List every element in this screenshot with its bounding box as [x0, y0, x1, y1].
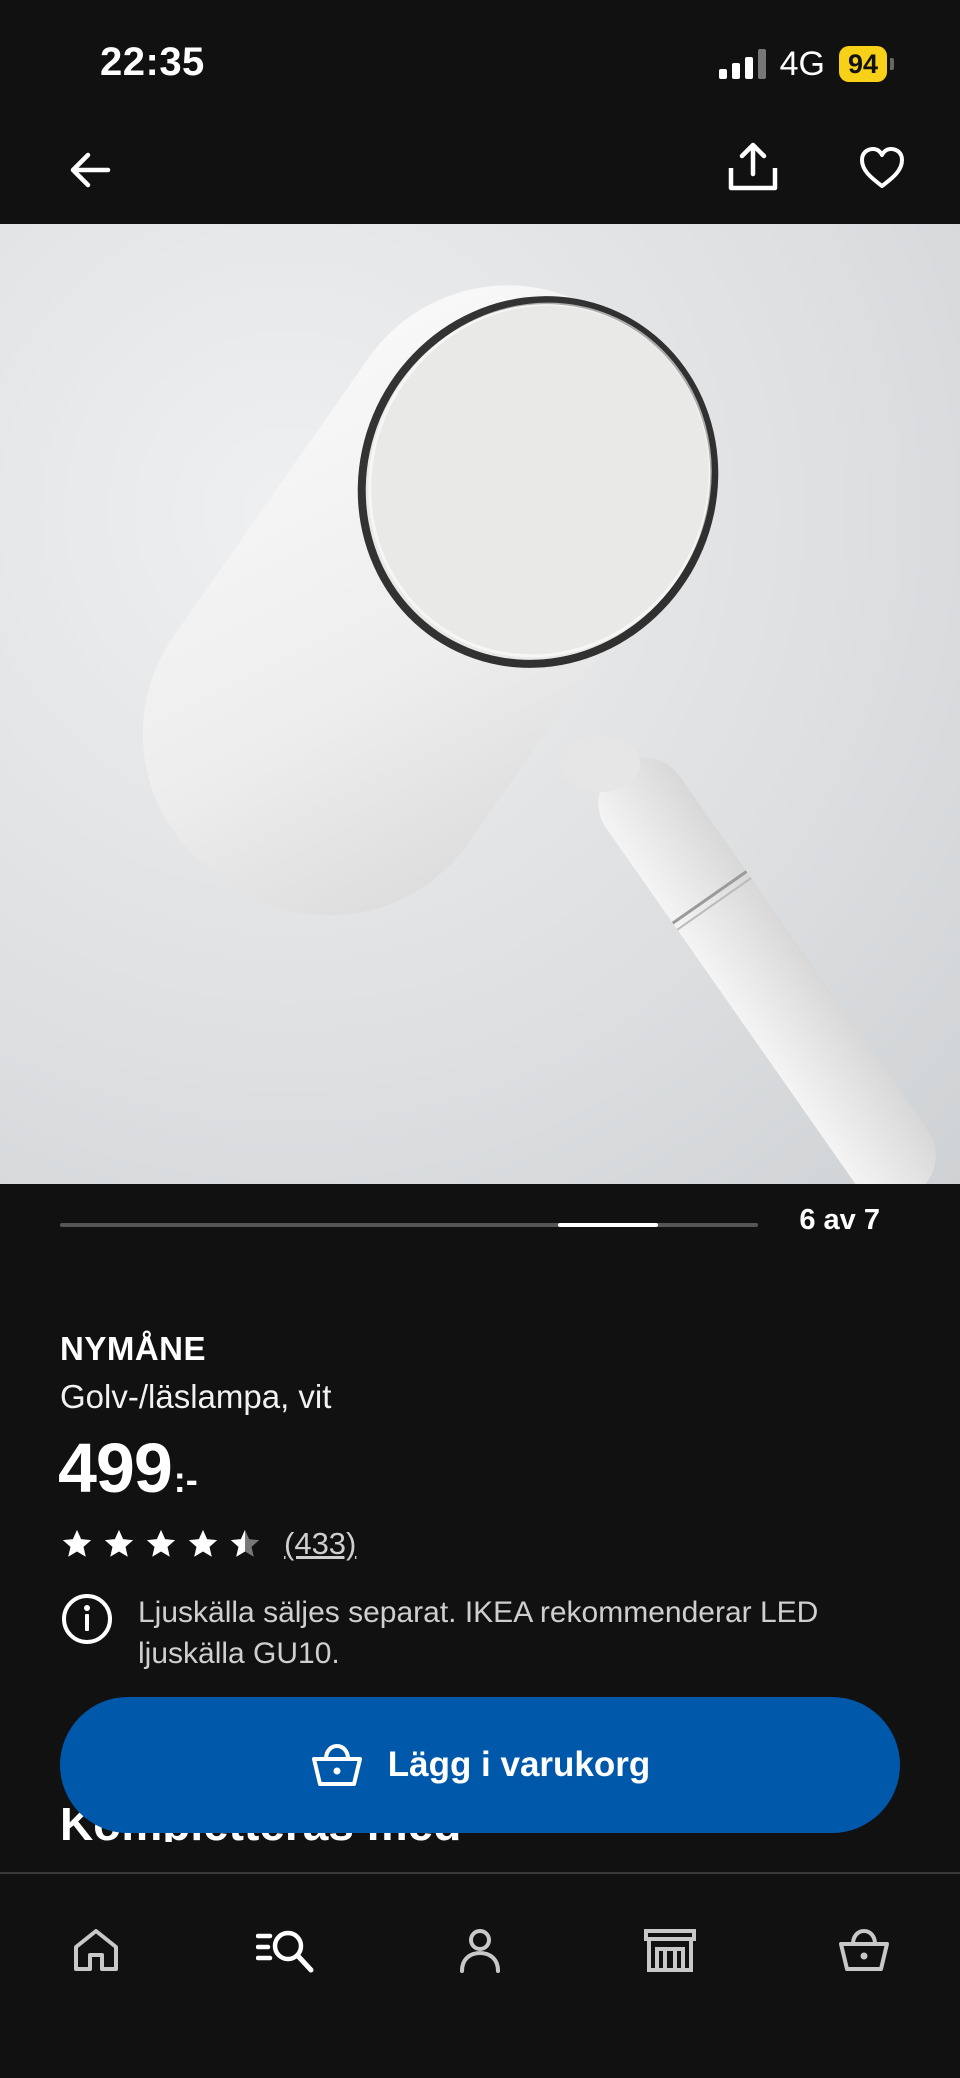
rating[interactable]: (433): [60, 1526, 356, 1562]
home-icon: [74, 1929, 118, 1971]
tab-profile[interactable]: [440, 1910, 520, 1990]
battery-icon: 94: [838, 46, 894, 82]
battery-level: 94: [838, 46, 887, 82]
bottom-tab-bar: [0, 1872, 960, 2078]
top-nav: [0, 130, 960, 224]
info-icon: [62, 1594, 112, 1644]
price-suffix: :-: [173, 1459, 198, 1500]
favorite-button[interactable]: [850, 136, 914, 200]
profile-icon: [460, 1929, 500, 1973]
carousel-progress-track: [60, 1223, 758, 1227]
info-notice: Ljuskälla säljes separat. IKEA rekommend…: [60, 1592, 900, 1674]
tab-home[interactable]: [56, 1910, 136, 1990]
product-name: NYMÅNE: [60, 1330, 207, 1367]
star-half-icon: [230, 1529, 260, 1557]
search-icon: [256, 1930, 314, 1973]
cart-icon: [839, 1928, 889, 1971]
star-full-icon: [104, 1529, 134, 1557]
product-image[interactable]: [0, 224, 960, 1184]
signal-icon: [718, 49, 766, 79]
tab-stores[interactable]: [630, 1910, 710, 1990]
battery-tip: [890, 58, 894, 70]
product-price: 499 :-: [58, 1428, 198, 1508]
info-text: Ljuskälla säljes separat. IKEA rekommend…: [138, 1596, 819, 1670]
add-to-cart-label: Lägg i varukorg: [387, 1745, 651, 1784]
share-button[interactable]: [720, 134, 786, 200]
tab-cart[interactable]: [824, 1910, 904, 1990]
carousel-progress-thumb: [558, 1223, 658, 1227]
status-bar: 22:35 4G 94: [0, 0, 960, 130]
arrow-left-icon: [70, 152, 111, 188]
store-icon: [644, 1929, 696, 1972]
star-full-icon: [62, 1529, 92, 1557]
network-type: 4G: [779, 44, 825, 83]
add-to-cart-button[interactable]: Lägg i varukorg: [60, 1697, 900, 1833]
status-indicators: 4G 94: [718, 44, 894, 84]
product-description: Golv-/läslampa, vit: [60, 1378, 332, 1415]
cart-icon: [311, 1743, 362, 1786]
price-amount: 499: [58, 1429, 173, 1507]
lamp-illustration: [142, 285, 936, 1184]
tab-search[interactable]: [246, 1910, 326, 1990]
carousel-counter: 6 av 7: [799, 1204, 880, 1236]
share-icon: [728, 142, 778, 191]
image-carousel-indicator: 6 av 7: [0, 1184, 960, 1264]
star-full-icon: [188, 1529, 218, 1557]
heart-icon: [860, 147, 904, 188]
back-button[interactable]: [60, 140, 120, 200]
review-count-link[interactable]: (433): [284, 1526, 356, 1562]
star-full-icon: [146, 1529, 176, 1557]
status-time: 22:35: [100, 40, 205, 84]
